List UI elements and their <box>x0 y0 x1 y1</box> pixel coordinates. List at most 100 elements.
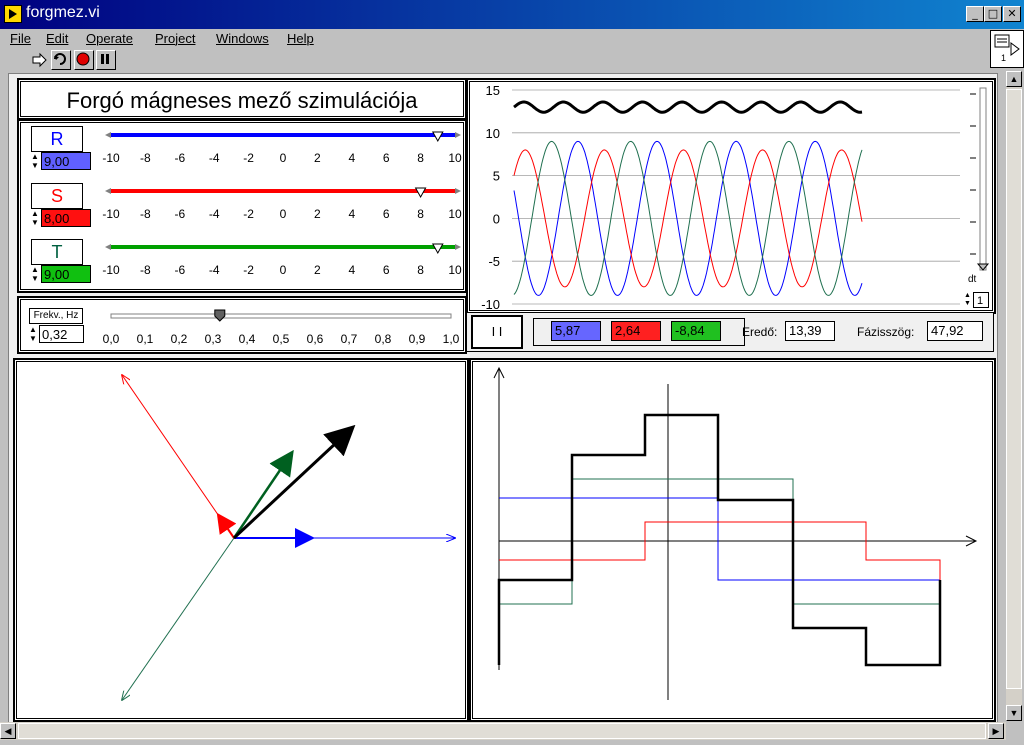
phase-r-value[interactable]: 9,00 <box>41 152 91 170</box>
y-tick-label: -5 <box>488 254 500 269</box>
scale-tick: 2 <box>314 207 321 221</box>
page-title: Forgó mágneses mező szimulációja <box>66 88 418 113</box>
faz-label: Fázisszög: <box>857 325 915 339</box>
horizontal-scrollbar[interactable]: ◀ ▶ <box>0 722 1006 740</box>
series-line <box>513 100 863 114</box>
menu-help[interactable]: Help <box>287 31 314 46</box>
y-tick-label: 0 <box>493 211 500 226</box>
phase-r-stepper[interactable]: ▲ ▼ <box>31 152 40 170</box>
freq-value[interactable]: 0,32 <box>39 325 84 343</box>
scale-tick: 2 <box>314 151 321 165</box>
freq-tick: 0,0 <box>102 332 120 346</box>
scale-tick: 6 <box>382 207 390 221</box>
dt-stepper[interactable]: ▲ ▼ <box>964 292 972 308</box>
waveform-chart: 15 10 5 0 -5 -10 <box>481 83 960 310</box>
phase-t-value[interactable]: 9,00 <box>41 265 91 283</box>
indicators-row: I I 5,87 2,64 -8,84 Eredő: 13,39 Fázissz… <box>466 312 994 352</box>
scale-tick: 4 <box>348 151 356 165</box>
phase-r-scale: -10 -8 -6 -4 -2 0 2 4 6 8 10 <box>97 151 463 167</box>
menu-edit[interactable]: Edit <box>46 31 68 46</box>
phasor-diagram <box>15 360 467 720</box>
scale-tick: -2 <box>243 263 254 277</box>
window-title: forgmez.vi <box>26 4 100 21</box>
scale-tick: 4 <box>348 207 356 221</box>
freq-tick: 0,5 <box>272 332 290 346</box>
scale-tick: -2 <box>243 151 254 165</box>
slider-track-t <box>111 245 455 249</box>
scale-tick: -2 <box>243 207 254 221</box>
freq-tick: 0,8 <box>374 332 392 346</box>
scale-tick: -4 <box>208 263 220 277</box>
phase-t-stepper[interactable]: ▲ ▼ <box>31 265 40 283</box>
vertical-scroll-thumb[interactable] <box>1006 89 1022 689</box>
instant-r-value: 5,87 <box>551 321 601 341</box>
field-distribution-frame <box>469 358 996 722</box>
connector-label: 1 <box>1001 53 1007 63</box>
close-button[interactable]: ✕ <box>1003 6 1021 22</box>
scale-tick: 8 <box>417 207 424 221</box>
scroll-right-icon[interactable]: ▶ <box>988 723 1004 739</box>
scale-tick: 4 <box>348 263 356 277</box>
y-tick-label: 5 <box>493 169 500 184</box>
size-grip[interactable] <box>1006 722 1024 745</box>
phasor-diagram-frame <box>13 358 469 722</box>
freq-tick: 0,1 <box>136 332 154 346</box>
scale-tick: 6 <box>382 263 390 277</box>
run-continuous-icon[interactable] <box>51 50 71 70</box>
scale-tick: 10 <box>448 263 462 277</box>
dt-label: dt <box>968 274 977 285</box>
phase-t-label: T <box>31 239 83 265</box>
y-tick-label: 10 <box>486 126 500 141</box>
scale-tick: -6 <box>174 207 186 221</box>
menu-windows[interactable]: Windows <box>216 31 269 46</box>
scale-tick: -8 <box>140 263 151 277</box>
abort-icon[interactable] <box>74 50 94 70</box>
y-tick-label: -10 <box>481 297 500 310</box>
scale-tick: 0 <box>279 151 287 165</box>
scroll-left-icon[interactable]: ◀ <box>0 723 16 739</box>
minimize-button[interactable]: _ <box>966 6 984 22</box>
phase-r-label: R <box>31 126 83 152</box>
phase-s-scale: -10 -8 -6 -4 -2 0 2 4 6 8 10 <box>97 207 463 223</box>
freq-stepper[interactable]: ▲ ▼ <box>29 325 38 343</box>
horizontal-scroll-thumb[interactable] <box>18 723 986 739</box>
menu-file[interactable]: File <box>10 31 31 46</box>
dt-slider[interactable] <box>966 84 990 274</box>
toolbar <box>0 49 990 71</box>
scroll-up-icon[interactable]: ▲ <box>1006 71 1022 87</box>
phase-s-label: S <box>31 183 83 209</box>
scale-tick: -8 <box>140 207 151 221</box>
maximize-button[interactable]: □ <box>984 6 1002 22</box>
freq-tick: 0,4 <box>238 332 256 346</box>
connector-pane-icon[interactable]: 1 <box>990 30 1024 68</box>
scroll-down-icon[interactable]: ▼ <box>1006 705 1022 721</box>
vertical-scrollbar[interactable]: ▲ ▼ <box>1006 71 1022 721</box>
menu-operate[interactable]: Operate <box>86 31 133 46</box>
run-arrow-icon[interactable] <box>32 52 48 68</box>
labview-vi-icon <box>4 5 22 23</box>
field-distribution-diagram <box>493 366 978 700</box>
scale-tick: -10 <box>102 263 120 277</box>
y-tick-label: 15 <box>486 83 500 98</box>
scale-tick: -8 <box>140 151 151 165</box>
scale-tick: 6 <box>382 151 390 165</box>
slider-track-s <box>111 189 455 193</box>
heading-frame: Forgó mágneses mező szimulációja <box>17 78 467 120</box>
dt-value[interactable]: 1 <box>973 292 989 308</box>
faz-value: 47,92 <box>927 321 983 341</box>
pause-button[interactable]: I I <box>471 315 523 349</box>
menu-project[interactable]: Project <box>155 31 195 46</box>
phase-controls-frame: R ▲ ▼ 9,00 S ▲ ▼ 8,00 T ▲ ▼ 9,00 -10 -8 -6 -4 -… <box>17 119 467 293</box>
phase-s-stepper[interactable]: ▲ ▼ <box>31 209 40 227</box>
pause-icon[interactable] <box>96 50 116 70</box>
freq-label: Frekv., Hz <box>29 308 83 324</box>
scale-tick: 10 <box>448 207 462 221</box>
frequency-frame: Frekv., Hz ▲ ▼ 0,32 0,0 0,1 0,2 0,3 0,4 0,5 0,6… <box>17 296 467 354</box>
freq-tick: 0,7 <box>340 332 358 346</box>
phase-s-value[interactable]: 8,00 <box>41 209 91 227</box>
scale-tick: -4 <box>208 151 220 165</box>
scale-tick: 0 <box>279 207 287 221</box>
freq-tick: 0,9 <box>408 332 426 346</box>
freq-scale: 0,0 0,1 0,2 0,3 0,4 0,5 0,6 0,7 0,8 0,9 1,0 <box>97 332 463 348</box>
scale-tick: -10 <box>102 207 120 221</box>
